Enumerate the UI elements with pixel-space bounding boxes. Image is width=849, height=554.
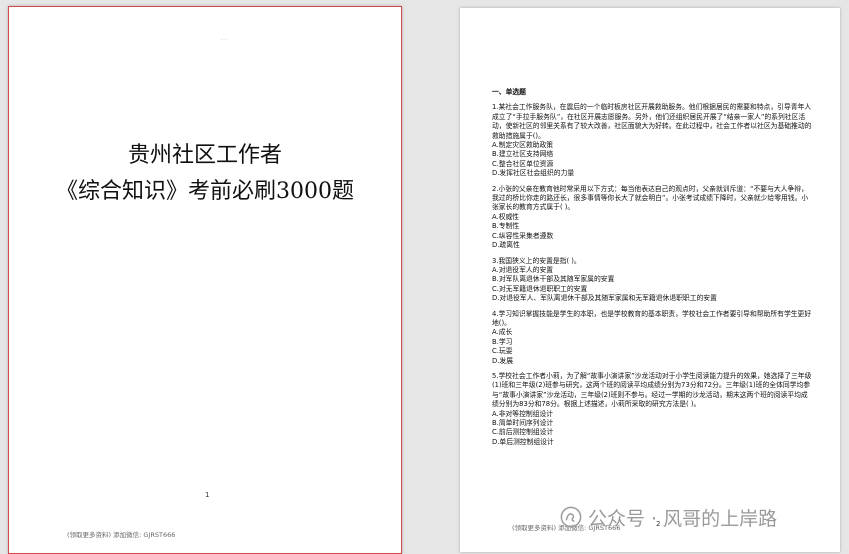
cover-title-line1: 贵州社区工作者 xyxy=(127,143,282,168)
section-heading: 一、单选题 xyxy=(492,88,526,96)
option: A.非对等控制组设计 xyxy=(492,409,554,418)
option: D.对退役军人、军队离退休干部及其随军家属和无军籍退休退职职工的安置 xyxy=(492,294,717,303)
question-stem: 4.学习知识掌握技能是学生的本职，也是学校教育的基本职责，学校社会工作者要引导和… xyxy=(492,309,812,327)
question-3: 3.我国狭义上的安置是指( )。 A.对退役军人的安置 B.对军队离退休干部及其… xyxy=(492,257,814,304)
option: C.玩耍 xyxy=(492,347,513,356)
wechat-watermark: 公众号 · 风哥的上岸路 xyxy=(560,503,777,531)
option: D.发展 xyxy=(492,356,513,365)
option: A.权威性 xyxy=(492,212,520,221)
option: D.发挥社区社会组织的力量 xyxy=(492,169,575,178)
option: B.建立社区支持网络 xyxy=(492,150,554,159)
option: C.前后测控制组设计 xyxy=(492,428,554,437)
questions-content: 一、单选题 1.某社会工作服务队，在震后的一个临时板房社区开展救助服务。他们根据… xyxy=(492,88,814,447)
question-stem: 5.学校社会工作者小莉，为了解“故事小演讲家”沙龙活动对于小学生阅读能力提升的效… xyxy=(492,371,812,409)
wechat-official-account-icon xyxy=(560,506,582,528)
option: B.专制性 xyxy=(492,222,520,231)
option: A.对退役军人的安置 xyxy=(492,265,554,274)
option: B.简单时间序列设计 xyxy=(492,419,554,427)
question-stem: 1.某社会工作服务队，在震后的一个临时板房社区开展救助服务。他们根据居民的需要和… xyxy=(492,103,812,140)
option: B.学习 xyxy=(492,337,513,346)
question-2: 2.小张的父亲在教育他时常采用以下方式：每当他表达自己的观点时，父亲就训斥道：“… xyxy=(492,185,814,251)
option: C.纵容性采集者遵数 xyxy=(492,231,554,240)
page-mark: · · xyxy=(221,37,227,44)
watermark-text: 公众号 · 风哥的上岸路 xyxy=(588,507,778,530)
cover-title-line2: 《综合知识》考前必刷3000题 xyxy=(56,179,354,204)
question-1: 1.某社会工作服务队，在震后的一个临时板房社区开展救助服务。他们根据居民的需要和… xyxy=(492,103,814,178)
question-4: 4.学习知识掌握技能是学生的本职，也是学校教育的基本职责，学校社会工作者要引导和… xyxy=(492,310,814,366)
question-stem: 2.小张的父亲在教育他时常采用以下方式：每当他表达自己的观点时，父亲就训斥道：“… xyxy=(492,184,809,212)
option: D.疏离性 xyxy=(492,241,520,250)
questions-page[interactable]: 一、单选题 1.某社会工作服务队，在震后的一个临时板房社区开展救助服务。他们根据… xyxy=(460,8,840,552)
option: C.整合社区单位资源 xyxy=(492,159,554,168)
page-footer: (领取更多资料) 添加微信: GJRST666 xyxy=(67,531,176,539)
option: B.对军队离退休干部及其随军家属的安置 xyxy=(492,275,615,284)
cover-page[interactable]: · · 贵州社区工作者 《综合知识》考前必刷3000题 1 (领取更多资料) 添… xyxy=(8,6,402,554)
option: C.对无军籍退休退职职工的安置 xyxy=(492,284,588,293)
question-5: 5.学校社会工作者小莉，为了解“故事小演讲家”沙龙活动对于小学生阅读能力提升的效… xyxy=(492,372,814,447)
option: D.单后测控制组设计 xyxy=(492,437,554,446)
page-number: 1 xyxy=(205,491,210,499)
question-stem: 3.我国狭义上的安置是指( )。 xyxy=(492,256,581,265)
option: A.成长 xyxy=(492,328,513,337)
